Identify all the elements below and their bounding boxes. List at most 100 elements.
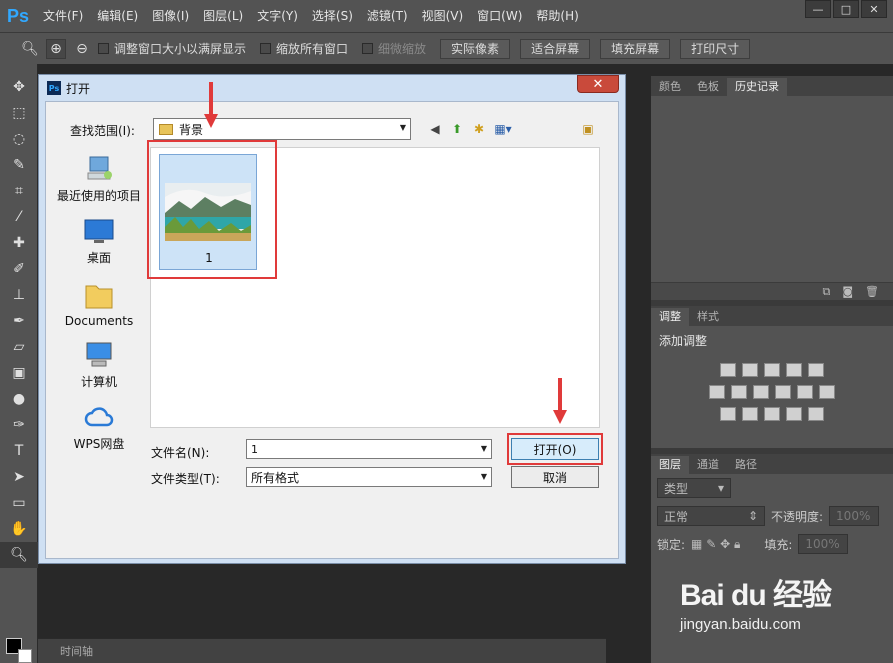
ps-app-icon: Ps bbox=[47, 81, 61, 95]
cloud-icon bbox=[84, 407, 114, 427]
menu-edit[interactable]: 编辑(E) bbox=[90, 0, 145, 32]
quick-select-tool-icon[interactable]: ✎ bbox=[0, 152, 38, 178]
new-document-icon[interactable]: ⧉ bbox=[822, 285, 830, 299]
threshold-icon[interactable] bbox=[764, 407, 780, 421]
scrubby-zoom-checkbox[interactable]: 细微缩放 bbox=[362, 40, 426, 57]
zoom-all-checkbox[interactable]: 缩放所有窗口 bbox=[260, 40, 348, 57]
menu-layer[interactable]: 图层(L) bbox=[196, 0, 250, 32]
marquee-tool-icon[interactable]: ⬚ bbox=[0, 100, 38, 126]
place-desktop[interactable]: 桌面 bbox=[50, 208, 148, 270]
opacity-field[interactable]: 100% bbox=[829, 506, 880, 526]
dropdown-icon: ▾ bbox=[717, 481, 724, 495]
fit-window-checkbox[interactable]: 调整窗口大小以满屏显示 bbox=[98, 40, 246, 57]
place-recent[interactable]: 最近使用的项目 bbox=[50, 146, 148, 208]
menu-window[interactable]: 窗口(W) bbox=[470, 0, 529, 32]
adjustments-panel-body: 添加调整 bbox=[651, 326, 893, 448]
actual-pixels-button[interactable]: 实际像素 bbox=[440, 38, 511, 59]
favorites-folder-icon[interactable]: ▣ bbox=[580, 121, 596, 137]
fit-screen-button[interactable]: 适合屏幕 bbox=[520, 38, 591, 59]
tab-layers[interactable]: 图层 bbox=[651, 456, 689, 474]
camera-icon[interactable]: ◙ bbox=[842, 285, 853, 298]
filetype-select[interactable]: 所有格式 ▼ bbox=[246, 467, 492, 487]
menu-file[interactable]: 文件(F) bbox=[36, 0, 90, 32]
tab-swatches[interactable]: 色板 bbox=[689, 78, 727, 96]
zoom-tool-icon[interactable]: 🔍︎ bbox=[20, 39, 40, 59]
zoom-tool-active-icon[interactable]: 🔍︎ bbox=[0, 542, 38, 568]
minimize-button[interactable]: — bbox=[805, 0, 831, 18]
color-panel-tabs: 颜色 色板 历史记录 bbox=[651, 76, 893, 96]
tab-styles[interactable]: 样式 bbox=[689, 308, 727, 326]
filename-input[interactable]: 1 ▼ bbox=[246, 439, 492, 459]
fill-field[interactable]: 100% bbox=[798, 534, 849, 554]
zoom-out-icon[interactable]: ⊖ bbox=[72, 39, 92, 59]
tab-color[interactable]: 颜色 bbox=[651, 78, 689, 96]
healing-tool-icon[interactable]: ✚ bbox=[0, 230, 38, 256]
exposure-icon[interactable] bbox=[786, 363, 802, 377]
maximize-button[interactable]: □ bbox=[833, 0, 859, 18]
path-select-tool-icon[interactable]: ➤ bbox=[0, 464, 38, 490]
eyedropper-tool-icon[interactable]: ⁄ bbox=[0, 204, 38, 230]
curves-icon[interactable] bbox=[764, 363, 780, 377]
brush-tool-icon[interactable]: ✐ bbox=[0, 256, 38, 282]
invert-icon[interactable] bbox=[720, 407, 736, 421]
blur-tool-icon[interactable]: ● bbox=[0, 386, 38, 412]
brightness-icon[interactable] bbox=[720, 363, 736, 377]
new-folder-icon[interactable]: ✱ bbox=[471, 121, 487, 137]
selective-color-icon[interactable] bbox=[786, 407, 802, 421]
baidu-watermark: Bai du 经验 jingyan.baidu.com bbox=[680, 570, 890, 660]
menu-type[interactable]: 文字(Y) bbox=[250, 0, 305, 32]
bw-icon[interactable] bbox=[753, 385, 769, 399]
zoom-in-icon[interactable]: ⊕ bbox=[46, 38, 66, 59]
menu-select[interactable]: 选择(S) bbox=[305, 0, 360, 32]
place-wps-cloud[interactable]: WPS网盘 bbox=[50, 394, 148, 456]
tab-history[interactable]: 历史记录 bbox=[727, 78, 787, 96]
gradient-map-icon[interactable] bbox=[808, 407, 824, 421]
gradient-tool-icon[interactable]: ▣ bbox=[0, 360, 38, 386]
cancel-button[interactable]: 取消 bbox=[511, 466, 599, 488]
pen-tool-icon[interactable]: ✑ bbox=[0, 412, 38, 438]
lock-icons[interactable]: ▦ ✎ ✥ 🔒︎ bbox=[691, 537, 740, 552]
hue-icon[interactable] bbox=[709, 385, 725, 399]
shape-tool-icon[interactable]: ▭ bbox=[0, 490, 38, 516]
hand-tool-icon[interactable]: ✋ bbox=[0, 516, 38, 542]
menu-view[interactable]: 视图(V) bbox=[415, 0, 471, 32]
place-documents[interactable]: Documents bbox=[50, 270, 148, 332]
background-color-swatch[interactable] bbox=[18, 649, 32, 663]
view-menu-icon[interactable]: ▦▾ bbox=[494, 121, 511, 137]
watermark-url: jingyan.baidu.com bbox=[680, 616, 801, 633]
photo-filter-icon[interactable] bbox=[775, 385, 791, 399]
type-tool-icon[interactable]: T bbox=[0, 438, 38, 464]
crop-tool-icon[interactable]: ⌗ bbox=[0, 178, 38, 204]
lasso-tool-icon[interactable]: ◌ bbox=[0, 126, 38, 152]
dropdown-icon: ▼ bbox=[480, 444, 487, 453]
menu-help[interactable]: 帮助(H) bbox=[529, 0, 585, 32]
tab-channels[interactable]: 通道 bbox=[689, 456, 727, 474]
back-icon[interactable]: ◀ bbox=[427, 121, 443, 137]
timeline-panel[interactable]: 时间轴 bbox=[38, 638, 606, 663]
mixer-icon[interactable] bbox=[797, 385, 813, 399]
vibrance-icon[interactable] bbox=[808, 363, 824, 377]
eraser-tool-icon[interactable]: ▱ bbox=[0, 334, 38, 360]
stamp-tool-icon[interactable]: ⊥ bbox=[0, 282, 38, 308]
dialog-close-button[interactable]: ✕ bbox=[577, 75, 619, 93]
move-tool-icon[interactable]: ✥ bbox=[0, 74, 38, 100]
tab-paths[interactable]: 路径 bbox=[727, 456, 765, 474]
up-folder-icon[interactable]: ⬆ bbox=[449, 121, 465, 137]
menu-filter[interactable]: 滤镜(T) bbox=[360, 0, 415, 32]
fill-screen-button[interactable]: 填充屏幕 bbox=[600, 38, 671, 59]
history-brush-tool-icon[interactable]: ✒ bbox=[0, 308, 38, 334]
levels-icon[interactable] bbox=[742, 363, 758, 377]
trash-icon[interactable]: 🗑︎ bbox=[865, 285, 879, 298]
posterize-icon[interactable] bbox=[742, 407, 758, 421]
place-computer[interactable]: 计算机 bbox=[50, 332, 148, 394]
balance-icon[interactable] bbox=[731, 385, 747, 399]
dialog-title: 打开 bbox=[66, 81, 91, 96]
print-size-button[interactable]: 打印尺寸 bbox=[680, 38, 751, 59]
look-in-select[interactable]: 背景 ▼ bbox=[153, 118, 411, 140]
tab-adjustments[interactable]: 调整 bbox=[651, 308, 689, 326]
menu-image[interactable]: 图像(I) bbox=[145, 0, 196, 32]
close-button[interactable]: ✕ bbox=[861, 0, 887, 18]
lookup-icon[interactable] bbox=[819, 385, 835, 399]
layer-kind-select[interactable]: 类型 ▾ bbox=[657, 478, 731, 498]
blend-mode-select[interactable]: 正常 ⇕ bbox=[657, 506, 765, 526]
